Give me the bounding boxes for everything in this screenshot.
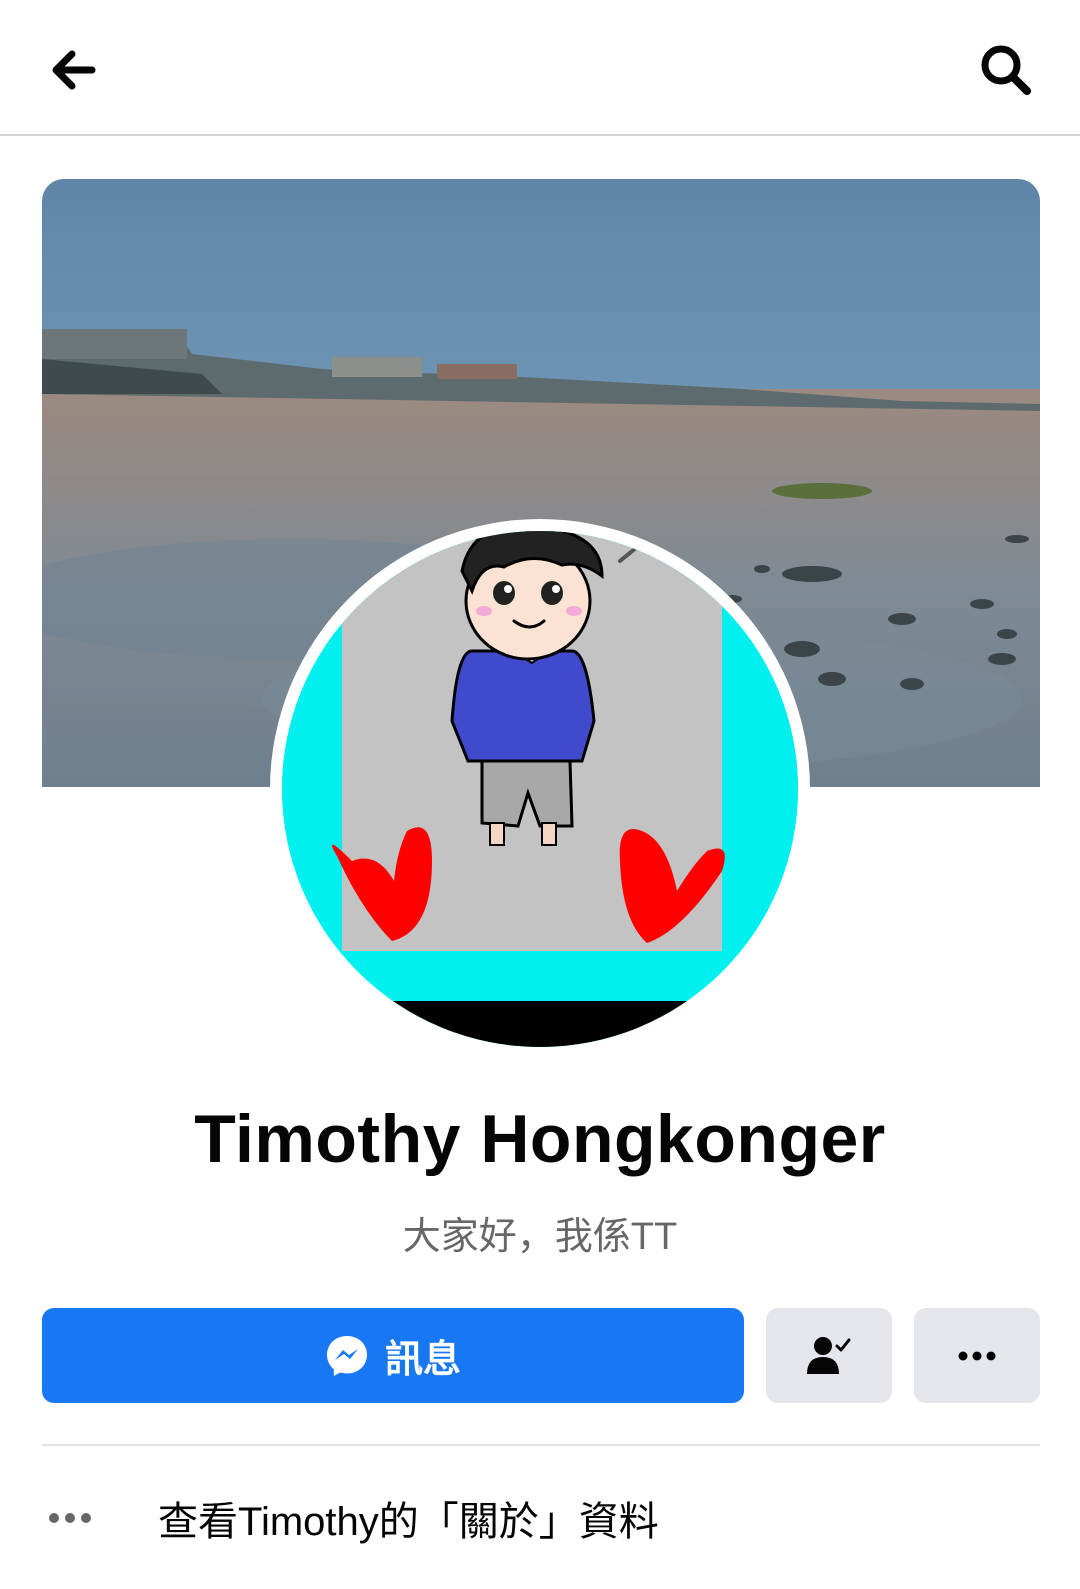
profile-bio: 大家好，我係TT: [402, 1216, 678, 1258]
friend-check-icon: [807, 1336, 851, 1374]
search-button[interactable]: [966, 30, 1046, 110]
section-divider: [42, 1444, 1040, 1446]
more-options-button[interactable]: [914, 1308, 1040, 1403]
more-horizontal-icon: [958, 1351, 996, 1360]
more-horizontal-icon: [42, 1512, 118, 1524]
messenger-icon: [326, 1335, 367, 1376]
message-button-label: 訊息: [384, 1339, 461, 1381]
see-about-info[interactable]: 查看Timothy的「關於」資料: [42, 1478, 1040, 1558]
avatar[interactable]: [282, 531, 798, 1047]
search-icon: [981, 45, 1031, 95]
profile-actions: 訊息: [42, 1308, 1040, 1403]
arrow-left-icon: [52, 50, 96, 90]
friends-button[interactable]: [766, 1308, 892, 1403]
see-about-label: 查看Timothy的「關於」資料: [158, 1500, 659, 1544]
message-button[interactable]: 訊息: [42, 1308, 744, 1403]
top-bar: [0, 0, 1080, 136]
back-button[interactable]: [34, 30, 114, 110]
profile-name: Timothy Hongkonger: [194, 1101, 886, 1177]
